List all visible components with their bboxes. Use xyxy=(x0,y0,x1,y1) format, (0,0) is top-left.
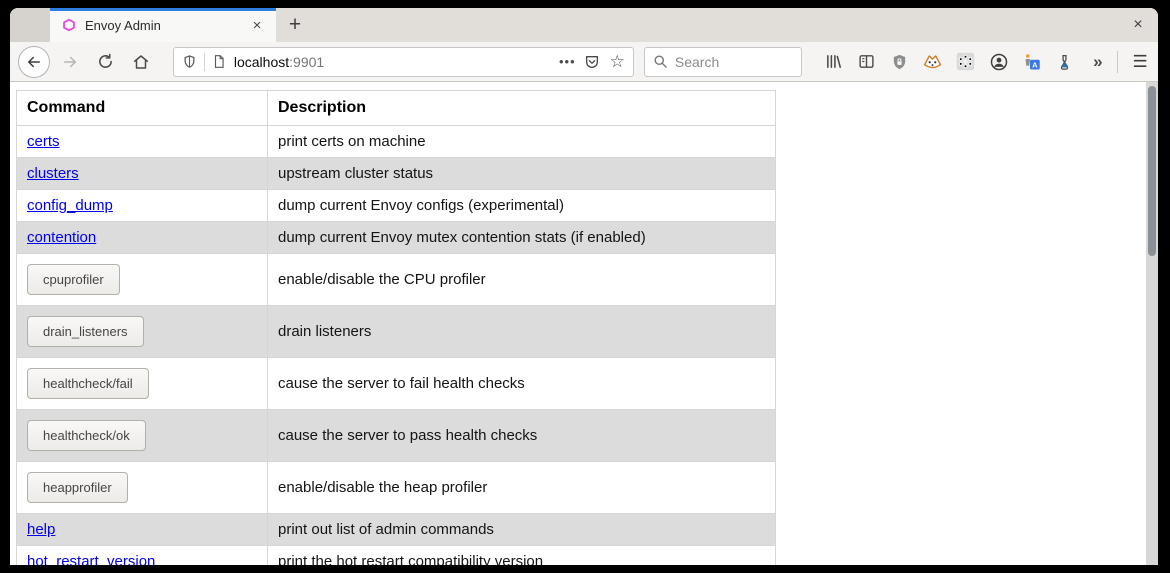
search-bar[interactable] xyxy=(644,47,802,77)
vertical-scrollbar[interactable] xyxy=(1146,82,1158,565)
tracking-shield-icon[interactable] xyxy=(182,54,197,69)
description-cell: drain listeners xyxy=(268,306,776,358)
command-button[interactable]: cpuprofiler xyxy=(27,264,120,295)
home-button[interactable] xyxy=(129,53,153,71)
titlebar-corner xyxy=(10,8,50,42)
command-cell: help xyxy=(17,514,268,546)
table-row: help print out list of admin commands xyxy=(17,514,776,546)
tab-bar: Envoy Admin × + × xyxy=(10,8,1158,42)
command-cell: contention xyxy=(17,222,268,254)
table-row: config_dump dump current Envoy configs (… xyxy=(17,190,776,222)
description-cell: enable/disable the CPU profiler xyxy=(268,254,776,306)
command-link[interactable]: hot_restart_version xyxy=(27,553,155,565)
command-cell: healthcheck/ok xyxy=(17,410,268,462)
command-cell: heapprofiler xyxy=(17,462,268,514)
description-cell: print certs on machine xyxy=(268,126,776,158)
command-cell: drain_listeners xyxy=(17,306,268,358)
description-cell: upstream cluster status xyxy=(268,158,776,190)
description-cell: cause the server to pass health checks xyxy=(268,410,776,462)
description-cell: enable/disable the heap profiler xyxy=(268,462,776,514)
table-header-row: Command Description xyxy=(17,91,776,126)
page-content: Command Description certs print certs on… xyxy=(10,82,1158,565)
bookmark-star-icon[interactable]: ☆ xyxy=(610,52,625,72)
toolbar-icon-strip: A » xyxy=(824,52,1107,71)
window-close-button[interactable]: × xyxy=(1118,8,1158,42)
envoy-hexagon-icon xyxy=(62,18,76,32)
command-cell: clusters xyxy=(17,158,268,190)
library-icon[interactable] xyxy=(824,52,843,71)
command-link[interactable]: config_dump xyxy=(27,197,113,214)
description-column-header: Description xyxy=(268,91,776,126)
command-cell: healthcheck/fail xyxy=(17,358,268,410)
description-cell: dump current Envoy mutex contention stat… xyxy=(268,222,776,254)
table-row: contention dump current Envoy mutex cont… xyxy=(17,222,776,254)
description-cell: cause the server to fail health checks xyxy=(268,358,776,410)
command-link[interactable]: contention xyxy=(27,229,96,246)
url-port: :9901 xyxy=(289,54,324,70)
browser-window: Envoy Admin × + × xyxy=(10,8,1158,565)
command-button[interactable]: heapprofiler xyxy=(27,472,128,503)
command-cell: config_dump xyxy=(17,190,268,222)
pocket-icon[interactable] xyxy=(584,54,600,70)
url-host: localhost xyxy=(234,54,289,70)
back-button[interactable] xyxy=(18,46,50,78)
svg-text:A: A xyxy=(1032,60,1038,69)
plus-icon: + xyxy=(289,13,301,37)
search-icon xyxy=(653,54,668,69)
forward-button[interactable] xyxy=(58,53,82,71)
shield-lock-icon[interactable] xyxy=(890,52,909,71)
command-link[interactable]: help xyxy=(27,521,55,538)
table-row: heapprofiler enable/disable the heap pro… xyxy=(17,462,776,514)
command-link[interactable]: clusters xyxy=(27,165,79,182)
table-row: drain_listeners drain listeners xyxy=(17,306,776,358)
command-column-header: Command xyxy=(17,91,268,126)
reload-icon xyxy=(97,53,114,70)
table-row: healthcheck/fail cause the server to fai… xyxy=(17,358,776,410)
sidebar-icon[interactable] xyxy=(857,52,876,71)
tab-title: Envoy Admin xyxy=(85,18,246,33)
command-cell: cpuprofiler xyxy=(17,254,268,306)
table-row: healthcheck/ok cause the server to pass … xyxy=(17,410,776,462)
tabbar-spacer xyxy=(314,8,1118,42)
table-row: cpuprofiler enable/disable the CPU profi… xyxy=(17,254,776,306)
description-cell: dump current Envoy configs (experimental… xyxy=(268,190,776,222)
new-tab-button[interactable]: + xyxy=(276,8,314,42)
table-row: certs print certs on machine xyxy=(17,126,776,158)
overflow-chevron-icon[interactable]: » xyxy=(1088,52,1107,71)
scrollbar-thumb[interactable] xyxy=(1148,86,1156,256)
back-icon xyxy=(25,53,43,71)
command-link[interactable]: certs xyxy=(27,133,60,150)
table-row: clusters upstream cluster status xyxy=(17,158,776,190)
description-cell: print out list of admin commands xyxy=(268,514,776,546)
translate-icon[interactable]: A xyxy=(1022,52,1041,71)
navigation-toolbar: localhost:9901 ••• ☆ xyxy=(10,42,1158,82)
account-icon[interactable] xyxy=(989,52,1008,71)
page-actions-icon[interactable]: ••• xyxy=(559,54,576,69)
reload-button[interactable] xyxy=(93,53,117,70)
command-cell: certs xyxy=(17,126,268,158)
tab-envoy-admin[interactable]: Envoy Admin × xyxy=(50,8,276,42)
privacy-badger-icon[interactable] xyxy=(923,52,942,71)
flask-icon[interactable] xyxy=(1055,52,1074,71)
forward-icon xyxy=(61,53,79,71)
extension-atom-icon[interactable] xyxy=(956,52,975,71)
command-cell: hot_restart_version xyxy=(17,546,268,566)
table-body: certs print certs on machine clusters up… xyxy=(17,126,776,566)
command-button[interactable]: healthcheck/fail xyxy=(27,368,149,399)
command-button[interactable]: drain_listeners xyxy=(27,316,144,347)
command-button[interactable]: healthcheck/ok xyxy=(27,420,146,451)
admin-commands-table: Command Description certs print certs on… xyxy=(16,90,776,565)
menu-icon[interactable]: ☰ xyxy=(1128,52,1152,72)
page-icon[interactable] xyxy=(212,54,226,69)
home-icon xyxy=(132,53,150,71)
search-input[interactable] xyxy=(675,54,785,70)
description-cell: print the hot restart compatibility vers… xyxy=(268,546,776,566)
table-row: hot_restart_version print the hot restar… xyxy=(17,546,776,566)
urlbar-separator xyxy=(204,53,205,71)
tab-close-icon[interactable]: × xyxy=(246,14,268,36)
toolbar-separator xyxy=(1117,51,1118,73)
url-bar[interactable]: localhost:9901 ••• ☆ xyxy=(173,47,634,77)
url-text[interactable]: localhost:9901 xyxy=(234,54,551,70)
